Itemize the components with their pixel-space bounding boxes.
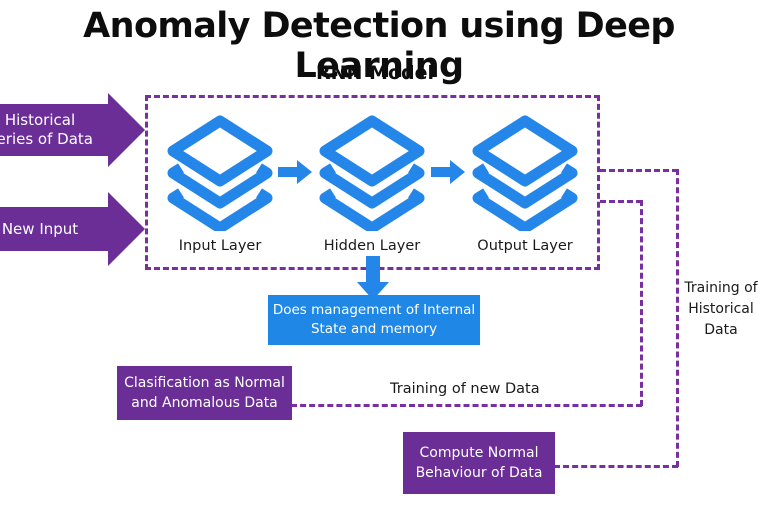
connector-inner-vertical — [640, 200, 643, 406]
label-training-hist-line1: Training of — [684, 280, 758, 296]
layers-stack-icon — [317, 113, 427, 236]
diagram-canvas: Anomaly Detection using Deep Learning RN… — [0, 0, 758, 520]
connector-output-to-outer — [600, 169, 678, 172]
label-training-historical-data: Training of Historical Data — [684, 278, 758, 341]
layer-input[interactable]: Input Layer — [165, 113, 275, 254]
memory-management-box[interactable]: Does management of Internal State and me… — [268, 295, 480, 345]
layer-hidden[interactable]: Hidden Layer — [317, 113, 427, 254]
input-arrow-historical-line1: Historical — [4, 111, 76, 129]
label-training-new-data: Training of new Data — [390, 381, 540, 397]
connector-training-new-data — [291, 404, 642, 407]
input-arrow-new-input[interactable]: New Input — [0, 207, 108, 251]
layers-stack-icon — [165, 113, 275, 236]
rnn-model-label: RNN Model — [315, 62, 434, 84]
layer-output[interactable]: Output Layer — [470, 113, 580, 254]
classification-text: Clasification as Normal and Anomalous Da… — [124, 373, 285, 413]
layer-output-label: Output Layer — [477, 238, 573, 254]
label-training-hist-line2: Historical — [688, 301, 754, 317]
input-arrow-new-label: New Input — [1, 219, 79, 238]
layer-input-label: Input Layer — [178, 238, 262, 254]
connector-compute-normal — [554, 465, 678, 468]
compute-normal-text: Compute Normal Behaviour of Data — [416, 443, 543, 483]
compute-normal-line2: Behaviour of Data — [415, 465, 543, 481]
input-arrow-historical-series[interactable]: Historical Series of Data — [0, 104, 108, 156]
compute-normal-line1: Compute Normal — [419, 445, 539, 461]
input-arrow-historical-line2: Series of Data — [0, 130, 93, 148]
memory-management-line1: Does management of Internal — [272, 302, 476, 318]
classification-line2: and Anomalous Data — [131, 395, 278, 411]
connector-outer-vertical — [676, 169, 679, 467]
memory-management-line2: State and memory — [310, 321, 438, 337]
input-arrow-historical-label: Historical Series of Data — [0, 111, 93, 149]
arrow-right-icon — [278, 160, 312, 189]
memory-management-text: Does management of Internal State and me… — [273, 301, 475, 339]
classification-box[interactable]: Clasification as Normal and Anomalous Da… — [117, 366, 292, 420]
connector-output-to-inner — [600, 200, 642, 203]
compute-normal-behaviour-box[interactable]: Compute Normal Behaviour of Data — [403, 432, 555, 494]
layers-stack-icon — [470, 113, 580, 236]
classification-line1: Clasification as Normal — [124, 375, 285, 391]
layer-hidden-label: Hidden Layer — [323, 238, 421, 254]
label-training-hist-line3: Data — [704, 322, 738, 338]
arrow-right-icon — [431, 160, 465, 189]
